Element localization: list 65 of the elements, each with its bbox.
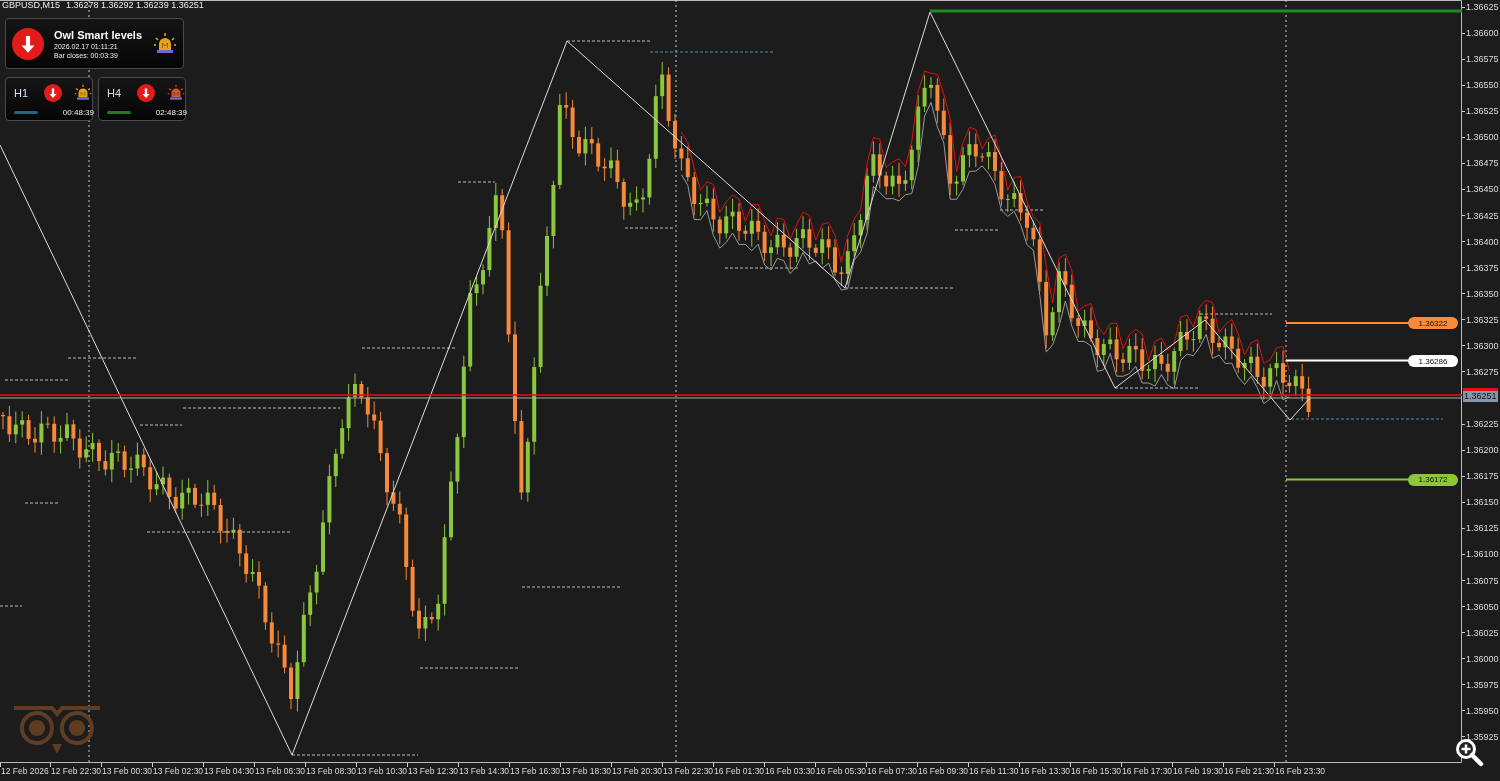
price-label: 1.36322 [1408, 317, 1458, 330]
time-tick-label: 13 Feb 16:30 [510, 766, 561, 776]
time-tick-label: 16 Feb 19:30 [1173, 766, 1224, 776]
time-tick-label: 13 Feb 10:30 [357, 766, 408, 776]
price-tick-label: 1.35925 [1466, 731, 1499, 742]
bar-countdown: 02:48:39 [155, 107, 187, 117]
time-tick-label: 16 Feb 03:30 [765, 766, 816, 776]
symbol-label: GBPUSD,M15 [2, 0, 61, 10]
bar-countdown: 00:48:39 [62, 107, 94, 117]
price-tick-label: 1.36600 [1466, 28, 1499, 39]
price-tick-label: 1.36050 [1466, 601, 1499, 612]
time-tick-label: 16 Feb 11:30 [969, 766, 1019, 776]
price-tick-label: 1.36075 [1466, 575, 1499, 586]
time-tick-label: 16 Feb 15:30 [1071, 766, 1122, 776]
price-tick-label: 1.36150 [1466, 497, 1499, 508]
price-label: 1.36172 [1408, 473, 1458, 486]
price-tick-label: 1.36500 [1466, 132, 1499, 143]
time-tick-label: 13 Feb 02:30 [153, 766, 204, 776]
price-tick-label: 1.36375 [1466, 262, 1499, 273]
timeframe-label: H4 [107, 87, 123, 99]
time-tick-label: 13 Feb 04:30 [204, 766, 255, 776]
price-tick-label: 1.35950 [1466, 705, 1499, 716]
time-tick-label: 13 Feb 18:30 [561, 766, 612, 776]
price-tick-label: 1.36300 [1466, 340, 1499, 351]
time-tick-label: 16 Feb 17:30 [1122, 766, 1173, 776]
time-tick-label: 13 Feb 14:30 [459, 766, 510, 776]
price-tick-label: 1.36475 [1466, 158, 1499, 169]
current-price-label: 1.36251 [1463, 388, 1498, 402]
ohlc-values: 1.36278 1.36292 1.36239 1.36251 [66, 0, 204, 10]
price-tick-label: 1.35975 [1466, 679, 1499, 690]
time-tick-label: 16 Feb 21:30 [1224, 766, 1275, 776]
price-tick-label: 1.36025 [1466, 627, 1499, 638]
time-tick-label: 12 Feb 22:30 [51, 766, 102, 776]
price-tick-label: 1.36625 [1466, 2, 1499, 12]
time-tick-label: 16 Feb 09:30 [918, 766, 969, 776]
price-tick-label: 1.36000 [1466, 653, 1499, 664]
time-tick-label: 13 Feb 00:30 [102, 766, 153, 776]
price-tick-label: 1.36350 [1466, 288, 1499, 299]
time-tick-label: 16 Feb 05:30 [816, 766, 867, 776]
time-tick-label: 13 Feb 22:30 [663, 766, 714, 776]
time-tick-label: 16 Feb 07:30 [867, 766, 918, 776]
price-label: 1.36286 [1408, 355, 1458, 367]
price-tick-label: 1.36225 [1466, 419, 1499, 430]
price-tick-label: 1.36200 [1466, 445, 1499, 456]
price-tick-label: 1.36425 [1466, 210, 1499, 221]
price-tick-label: 1.36450 [1466, 184, 1499, 195]
price-tick-label: 1.36550 [1466, 80, 1499, 91]
price-tick-label: 1.36325 [1466, 314, 1499, 325]
time-tick-label: 16 Feb 01:30 [714, 766, 765, 776]
time-tick-label: 16 Feb 23:30 [1275, 766, 1326, 776]
price-tick-label: 1.36400 [1466, 236, 1499, 247]
price-tick-label: 1.36275 [1466, 366, 1499, 377]
time-tick-label: 13 Feb 06:30 [255, 766, 306, 776]
time-tick-label: 13 Feb 12:30 [408, 766, 459, 776]
time-tick-label: 13 Feb 20:30 [612, 766, 663, 776]
panel-title: Owl Smart levels [54, 28, 143, 41]
price-tick-label: 1.36575 [1466, 54, 1499, 65]
price-tick-label: 1.36525 [1466, 106, 1499, 117]
time-tick-label: 12 Feb 2026 [1, 766, 49, 776]
time-tick-label: 13 Feb 08:30 [306, 766, 357, 776]
price-tick-label: 1.36125 [1466, 523, 1499, 534]
time-tick-label: 16 Feb 13:30 [1020, 766, 1071, 776]
timeframe-label: H1 [14, 87, 30, 99]
price-tick-label: 1.36100 [1466, 549, 1499, 560]
price-tick-label: 1.36175 [1466, 471, 1499, 482]
